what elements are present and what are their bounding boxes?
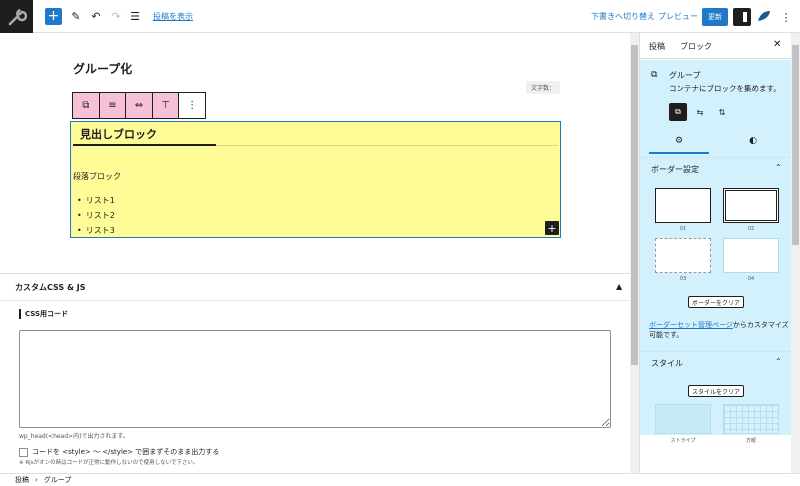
metabox-header[interactable]: カスタムCSS & JS ▲ [0, 274, 630, 301]
editor-canvas: グループ化 文字数： ⧉ ≡ ⇔ ⊤ ⋮ 見出しブロック 段落ブロック リスト1… [0, 33, 630, 273]
stack-variation-icon[interactable]: ⇅ [713, 103, 731, 121]
add-block-button[interactable]: + [45, 8, 62, 25]
css-code-label: CSS用コード [19, 309, 68, 319]
style-panel-title: スタイル [651, 359, 683, 368]
plugin-icon[interactable] [757, 9, 771, 23]
custom-css-metabox: カスタムCSS & JS ▲ CSS用コード wp_head(<head>内)で… [0, 273, 630, 473]
sidebar-scroll-thumb[interactable] [792, 45, 799, 245]
styles-icon[interactable]: ◐ [723, 136, 783, 146]
drag-handle-icon[interactable]: ≡ [99, 93, 127, 118]
border-option-label: 01 [679, 226, 687, 232]
collapse-icon[interactable]: ▲ [616, 282, 622, 291]
sidebar-tabs: 投稿 ブロック ✕ [640, 33, 800, 62]
style-option-label: ストライプ [670, 438, 696, 444]
border-preview-dashed [655, 238, 711, 273]
border-preview-light [723, 238, 779, 273]
border-options: 01 02 03 04 [655, 188, 780, 282]
border-option[interactable]: 02 [723, 188, 779, 232]
breadcrumb: 投稿 › グループ [0, 473, 800, 486]
metabox-title: カスタムCSS & JS [15, 283, 86, 292]
block-settings-subtabs: ⚙ ◐ [640, 130, 800, 156]
post-title[interactable]: グループ化 [73, 60, 132, 77]
update-button[interactable]: 更新 [702, 8, 728, 26]
settings-toggle-button[interactable] [733, 8, 751, 26]
border-preview-solid [655, 188, 711, 223]
wordpress-logo[interactable] [0, 0, 33, 33]
list-item[interactable]: リスト3 [77, 223, 115, 238]
border-settings-header[interactable]: ボーダー設定 ⌃ [640, 157, 800, 179]
settings-sidebar: 投稿 ブロック ✕ ⧉ グループ コンテナにブロックを集めます。 ⧉ ⇆ ⇅ ⚙… [639, 33, 800, 473]
block-variations: ⧉ ⇆ ⇅ [669, 103, 731, 121]
breadcrumb-group[interactable]: グループ [44, 475, 72, 485]
border-option[interactable]: 01 [655, 188, 711, 232]
block-toolbar: ⧉ ≡ ⇔ ⊤ ⋮ [72, 92, 206, 119]
raw-output-label: コードを <style> ～ </style> で囲まずそのまま出力する [32, 448, 220, 456]
style-options: ストライプ 方眼 [655, 404, 780, 444]
border-option-label: 02 [747, 226, 755, 232]
border-option-label: 03 [679, 276, 687, 282]
style-panel-header[interactable]: スタイル ⌃ [640, 351, 800, 373]
border-preset-note: ボーダーセット管理ページからカスタマイズ可能です。 [649, 320, 794, 340]
undo-icon[interactable]: ↶ [88, 8, 104, 25]
gear-icon[interactable]: ⚙ [649, 136, 709, 154]
group-icon: ⧉ [651, 70, 658, 80]
list-item[interactable]: リスト1 [77, 193, 115, 208]
css-help-text: wp_head(<head>内)で出力されます。 [19, 433, 129, 440]
block-name: グループ [669, 71, 701, 80]
list-item[interactable]: リスト2 [77, 208, 115, 223]
word-count-badge: 文字数： [526, 81, 561, 94]
block-settings-panel: ⧉ グループ コンテナにブロックを集めます。 ⧉ ⇆ ⇅ ⚙ ◐ ボーダー設定 … [640, 60, 800, 444]
block-inserter-button[interactable]: + [545, 221, 559, 235]
editor-scrollbar[interactable] [630, 33, 639, 473]
close-icon[interactable]: ✕ [773, 39, 781, 50]
breadcrumb-post[interactable]: 投稿 [15, 475, 29, 485]
editor-scroll-thumb[interactable] [631, 45, 638, 365]
view-post-link[interactable]: 投稿を表示 [153, 11, 193, 22]
wrench-icon [8, 8, 27, 25]
border-option[interactable]: 04 [723, 238, 779, 282]
paint-roller-icon[interactable]: ⊤ [152, 93, 180, 118]
clear-border-button[interactable]: ボーダーをクリア [688, 296, 744, 308]
switch-to-draft-link[interactable]: 下書きへ切り替え [591, 11, 655, 22]
pen-icon[interactable]: ✎ [68, 8, 84, 25]
group-variation-icon[interactable]: ⧉ [669, 103, 687, 121]
more-options-icon[interactable]: ⋮ [780, 8, 792, 26]
style-option[interactable]: 方眼 [723, 404, 779, 444]
clear-style-button[interactable]: スタイルをクリア [688, 385, 744, 397]
style-option-label: 方眼 [745, 438, 756, 444]
align-icon[interactable]: ⇔ [126, 93, 153, 118]
border-preset-link[interactable]: ボーダーセット管理ページ [649, 321, 733, 329]
css-code-textarea[interactable] [19, 330, 611, 428]
list-view-icon[interactable]: ☰ [127, 8, 143, 25]
style-preview-grid [723, 404, 779, 434]
block-options-icon[interactable]: ⋮ [179, 93, 205, 118]
border-option[interactable]: 03 [655, 238, 711, 282]
tab-block[interactable]: ブロック [680, 41, 712, 62]
style-preview-stripe [655, 404, 711, 434]
raw-output-checkbox[interactable] [19, 447, 28, 457]
chevron-up-icon[interactable]: ⌃ [775, 163, 782, 172]
block-description: コンテナにブロックを集めます。 [669, 84, 781, 93]
chevron-up-icon[interactable]: ⌃ [775, 357, 782, 366]
breadcrumb-separator: › [35, 476, 38, 484]
border-option-label: 04 [747, 276, 755, 282]
group-block[interactable]: 見出しブロック 段落ブロック リスト1 リスト2 リスト3 + [70, 121, 561, 238]
preview-link[interactable]: プレビュー [658, 11, 698, 22]
tab-post[interactable]: 投稿 [649, 41, 665, 52]
heading-underline [73, 144, 216, 146]
style-option[interactable]: ストライプ [655, 404, 711, 444]
top-toolbar: + ✎ ↶ ↷ ☰ 投稿を表示 下書きへ切り替え プレビュー 更新 ⋮ [0, 0, 800, 33]
heading-block[interactable]: 見出しブロック [80, 126, 157, 142]
border-settings-title: ボーダー設定 [651, 165, 699, 174]
redo-icon[interactable]: ↷ [108, 8, 124, 25]
raw-output-option[interactable]: コードを <style> ～ </style> で囲まずそのまま出力する [19, 447, 219, 457]
group-transform-icon[interactable]: ⧉ [73, 93, 100, 118]
list-block[interactable]: リスト1 リスト2 リスト3 [77, 193, 115, 238]
raw-output-note: ※ Rjsがオンの時はコードが正常に動作しないので使用しないで下さい。 [19, 460, 199, 466]
block-card: ⧉ グループ コンテナにブロックを集めます。 ⧉ ⇆ ⇅ [640, 60, 800, 121]
paragraph-block[interactable]: 段落ブロック [73, 171, 121, 182]
border-preview-double [723, 188, 779, 223]
sidebar-scrollbar[interactable] [791, 33, 800, 473]
row-variation-icon[interactable]: ⇆ [691, 103, 709, 121]
